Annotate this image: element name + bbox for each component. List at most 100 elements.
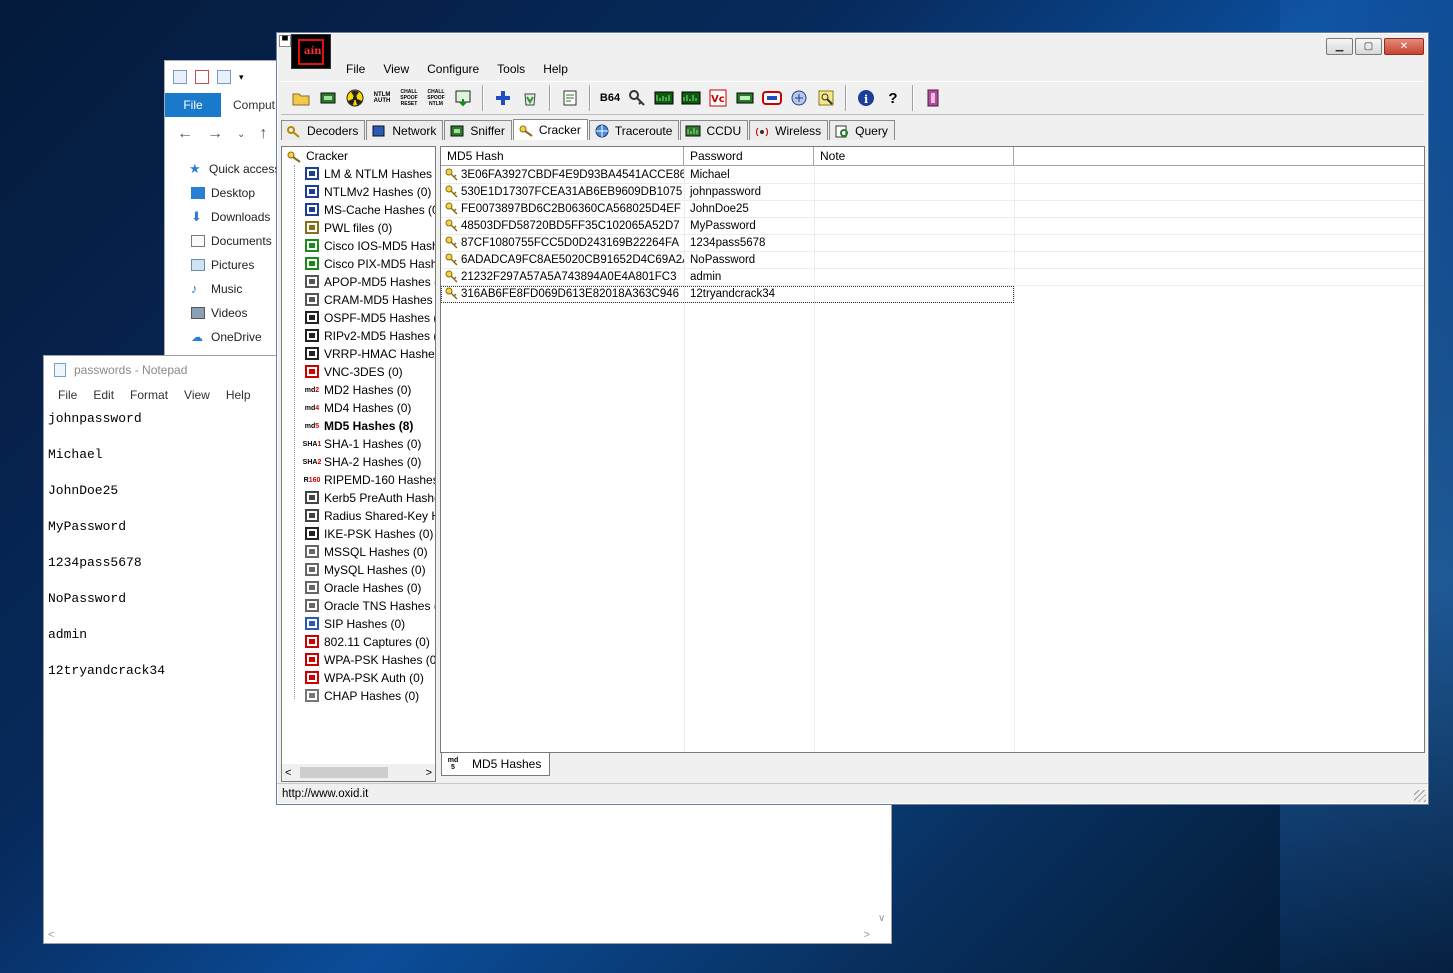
menu-configure[interactable]: Configure <box>418 62 488 76</box>
network-lock-icon[interactable] <box>787 86 811 110</box>
resize-grip-icon[interactable] <box>1414 790 1426 802</box>
hash-row[interactable]: 3E06FA3927CBDF4E9D93BA4541ACCE86 Michael <box>441 167 1424 184</box>
tree-item-wpa-psk[interactable]: WPA-PSK Hashes (0) <box>282 651 435 669</box>
tab-sniffer[interactable]: Sniffer <box>444 120 512 140</box>
tree-item-chap[interactable]: CHAP Hashes (0) <box>282 687 435 705</box>
cain-title-bar[interactable]: ▀ aín ▁ ▢ ✕ <box>277 33 1428 69</box>
tree-item-cram[interactable]: CRAM-MD5 Hashes (0) <box>282 291 435 309</box>
tree-item-ospf[interactable]: OSPF-MD5 Hashes (0) <box>282 309 435 327</box>
tree-item-md2[interactable]: md 2 MD2 Hashes (0) <box>282 381 435 399</box>
base64-icon[interactable]: B64 <box>598 86 622 110</box>
help-icon[interactable]: ? <box>881 86 905 110</box>
ntlm-auth-icon[interactable]: NTLM AUTH <box>370 86 394 110</box>
menu-file[interactable]: File <box>337 62 374 76</box>
tree-item-wpa-auth[interactable]: WPA-PSK Auth (0) <box>282 669 435 687</box>
tree-item-sha1[interactable]: SHA 1 SHA-1 Hashes (0) <box>282 435 435 453</box>
computer-icon[interactable] <box>173 70 187 84</box>
tab-decoders[interactable]: Decoders <box>281 120 366 140</box>
menu-tools[interactable]: Tools <box>488 62 534 76</box>
tree-item-md5[interactable]: md 5 MD5 Hashes (8) <box>282 417 435 435</box>
password-decoder-icon[interactable] <box>814 86 838 110</box>
tree-item-cisco-pix[interactable]: Cisco PIX-MD5 Hashes <box>282 255 435 273</box>
tree-item-apop[interactable]: APOP-MD5 Hashes (0) <box>282 273 435 291</box>
column-header-note[interactable]: Note <box>814 147 1014 166</box>
tree-item-mssql[interactable]: MSSQL Hashes (0) <box>282 543 435 561</box>
ccdu-icon[interactable] <box>733 86 757 110</box>
vnc-icon[interactable]: Vc <box>706 86 730 110</box>
hash-row[interactable]: 48503DFD58720BD5FF35C102065A52D7 MyPasswo… <box>441 218 1424 235</box>
menu-view[interactable]: View <box>374 62 418 76</box>
tree-item-radius[interactable]: Radius Shared-Key Hashes <box>282 507 435 525</box>
tab-cracker[interactable]: Cracker <box>512 119 588 140</box>
hash-row[interactable]: 6ADADCA9FC8AE5020CB91652D4C69A2A NoPasswo… <box>441 252 1424 269</box>
scroll-right-arrow-icon[interactable]: > <box>864 929 870 941</box>
tree-horizontal-scrollbar[interactable]: < > <box>282 764 435 781</box>
column-header-md5-hash[interactable]: MD5 Hash <box>441 147 684 166</box>
notepad-menu-file[interactable]: File <box>50 388 85 402</box>
notepad-menu-view[interactable]: View <box>176 388 218 402</box>
md5-hash-list[interactable]: MD5 Hash Password Note 3E06FA3927CBDF4E9… <box>440 146 1425 753</box>
back-arrow-icon[interactable]: ← <box>177 125 193 143</box>
tree-item-ike[interactable]: IKE-PSK Hashes (0) <box>282 525 435 543</box>
tree-item-ntlmv2[interactable]: NTLMv2 Hashes (0) <box>282 183 435 201</box>
recycle-icon[interactable] <box>518 86 542 110</box>
tree-item-md4[interactable]: md 4 MD4 Hashes (0) <box>282 399 435 417</box>
scroll-left-arrow-icon[interactable]: < <box>48 929 54 941</box>
tree-item-vnc[interactable]: VNC-3DES (0) <box>282 363 435 381</box>
hash-row[interactable]: 316AB6FE8FD069D613E82018A363C946 12tryand… <box>441 286 1014 303</box>
hash-row[interactable]: 530E1D17307FCEA31AB6EB9609DB1075 johnpass… <box>441 184 1424 201</box>
tree-item-ripemd[interactable]: R 160 RIPEMD-160 Hashes <box>282 471 435 489</box>
bottom-tab-md5-hashes[interactable]: md 5 MD5 Hashes <box>441 753 551 776</box>
tree-item-ripv2[interactable]: RIPv2-MD5 Hashes (0) <box>282 327 435 345</box>
new-folder-icon[interactable] <box>217 70 231 84</box>
certificate-icon[interactable] <box>558 86 582 110</box>
notepad-horizontal-scrollbar[interactable]: < > <box>44 926 874 943</box>
tab-query[interactable]: Query <box>829 120 895 140</box>
tree-item-wifi-capture[interactable]: 802.11 Captures (0) <box>282 633 435 651</box>
forward-arrow-icon[interactable]: → <box>207 125 223 143</box>
notepad-menu-format[interactable]: Format <box>122 388 176 402</box>
tree-item-sip[interactable]: SIP Hashes (0) <box>282 615 435 633</box>
column-header-password[interactable]: Password <box>684 147 814 166</box>
tree-item-kerb5[interactable]: Kerb5 PreAuth Hashes <box>282 489 435 507</box>
sniffer-start-icon[interactable] <box>316 86 340 110</box>
cisco-ios-icon[interactable] <box>652 86 676 110</box>
menu-help[interactable]: Help <box>534 62 577 76</box>
tree-item-vrrp[interactable]: VRRP-HMAC Hashes <box>282 345 435 363</box>
hash-row[interactable]: 87CF1080755FCC5D0D243169B22264FA 1234pass… <box>441 235 1424 252</box>
chall-spoof-ntlm-icon[interactable]: CHALL SPOOF NTLM <box>424 86 448 110</box>
scrollbar-thumb[interactable] <box>300 767 388 778</box>
tab-ccdu[interactable]: CCDU <box>680 120 749 140</box>
radiation-icon[interactable] <box>343 86 367 110</box>
system-menu-icon[interactable]: ▀ <box>279 35 291 47</box>
tree-item-pwl[interactable]: PWL files (0) <box>282 219 435 237</box>
tree-item-oracle-tns[interactable]: Oracle TNS Hashes (0) <box>282 597 435 615</box>
ribbon-tab-file[interactable]: File <box>165 93 221 117</box>
router-icon[interactable] <box>760 86 784 110</box>
close-button[interactable]: ✕ <box>1384 38 1424 55</box>
tree-item-oracle[interactable]: Oracle Hashes (0) <box>282 579 435 597</box>
tab-network[interactable]: Network <box>366 120 444 140</box>
tab-wireless[interactable]: Wireless <box>749 120 829 140</box>
hash-row[interactable]: FE0073897BD6C2B06360CA568025D4EF JohnDoe2… <box>441 201 1424 218</box>
hash-row[interactable]: 21232F297A57A5A743894A0E4A801FC3 admin <box>441 269 1424 286</box>
properties-icon[interactable] <box>195 70 209 84</box>
scroll-right-arrow-icon[interactable]: > <box>426 767 432 779</box>
maximize-button[interactable]: ▢ <box>1355 38 1382 55</box>
exit-door-icon[interactable] <box>921 86 945 110</box>
cisco-pix-icon[interactable] <box>679 86 703 110</box>
tab-traceroute[interactable]: Traceroute <box>588 120 680 140</box>
notepad-menu-edit[interactable]: Edit <box>85 388 122 402</box>
info-icon[interactable]: i <box>854 86 878 110</box>
minimize-button[interactable]: ▁ <box>1326 38 1353 55</box>
open-folder-icon[interactable] <box>289 86 313 110</box>
tree-item-sha2[interactable]: SHA 2 SHA-2 Hashes (0) <box>282 453 435 471</box>
cain-abel-window[interactable]: ▀ aín ▁ ▢ ✕ File View Configure Tools He… <box>276 32 1429 805</box>
cracker-tree[interactable]: Cracker LM & NTLM Hashes NTLMv2 Hashes (0… <box>281 146 436 782</box>
scroll-left-arrow-icon[interactable]: < <box>285 767 291 779</box>
tree-item-cisco-ios[interactable]: Cisco IOS-MD5 Hashes <box>282 237 435 255</box>
tree-item-lm-ntlm[interactable]: LM & NTLM Hashes <box>282 165 435 183</box>
key-tool-icon[interactable] <box>625 86 649 110</box>
tree-item-mysql[interactable]: MySQL Hashes (0) <box>282 561 435 579</box>
add-icon[interactable] <box>491 86 515 110</box>
